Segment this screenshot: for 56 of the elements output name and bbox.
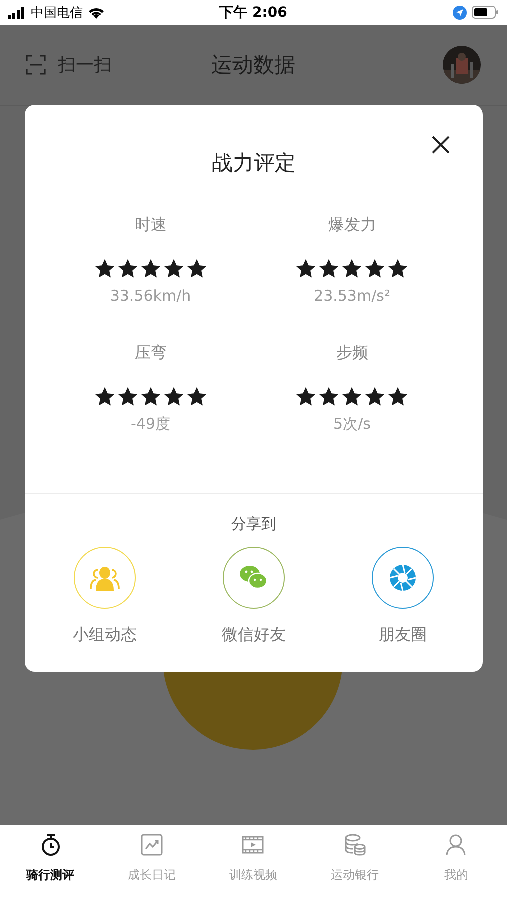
share-label: 小组动态 [73,625,137,646]
close-icon[interactable] [431,135,451,155]
battery-icon [472,6,499,19]
star-icon [318,386,340,408]
star-icon [295,386,318,408]
rating-value: 23.53m/s² [314,287,390,305]
page-title: 运动数据 [212,52,296,79]
rating-label: 爆发力 [328,215,376,236]
star-icon [295,258,318,280]
star-icon [341,258,364,280]
rating-label: 时速 [134,215,167,236]
star-icon [186,258,208,280]
aperture-icon [389,564,417,592]
star-icon [387,258,410,280]
location-icon [453,6,467,20]
star-icon [341,386,364,408]
carrier-name: 中国电信 [31,4,83,22]
star-icon [318,258,340,280]
tab-item[interactable]: 成长日记 [107,825,198,884]
status-time: 下午 2:06 [220,4,288,22]
tab-item[interactable]: 骑行测评 [6,825,96,884]
chart-icon [140,833,164,857]
star-icon [94,258,116,280]
star-icon [140,386,162,408]
rating-value: 33.56km/h [110,287,192,305]
tab-item[interactable]: 训练视频 [208,825,298,884]
people-icon [90,565,120,591]
share-title: 分享到 [232,515,276,534]
star-icon [364,258,386,280]
star-icon [162,386,185,408]
star-icon [186,386,208,408]
rating-value: -49度 [131,415,170,434]
person-icon [444,833,468,857]
tab-item[interactable]: 我的 [411,825,502,884]
share-button[interactable] [372,547,434,609]
scan-button[interactable]: 扫一扫 [26,53,112,77]
star-icon [140,258,162,280]
share-button[interactable] [223,547,285,609]
star-icon [94,386,116,408]
signal-icon [8,6,26,18]
coins-icon [342,833,367,857]
share-label: 微信好友 [222,625,286,646]
star-icon [162,258,185,280]
star-icon [387,386,410,408]
rating-label: 步频 [336,343,368,364]
tab-item[interactable]: 运动银行 [310,825,400,884]
rating-label: 压弯 [134,343,167,364]
scan-icon [26,55,46,75]
share-label: 朋友圈 [379,625,427,646]
star-icon [116,258,139,280]
rating-value: 5次/s [334,415,371,434]
dialog-title: 战力评定 [212,150,296,177]
star-icon [116,386,139,408]
wifi-icon [88,6,105,19]
star-icon [364,386,386,408]
chat-bubbles-icon [239,565,269,591]
